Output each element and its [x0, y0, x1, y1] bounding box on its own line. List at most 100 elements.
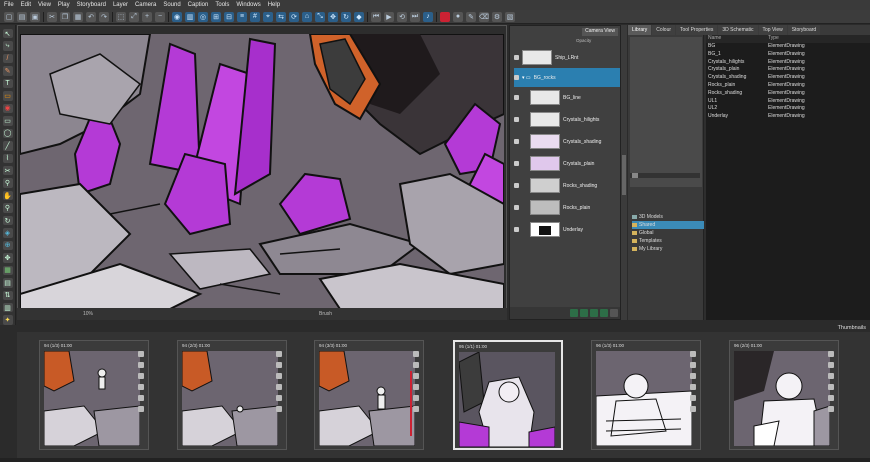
eye-icon[interactable] [138, 395, 144, 401]
eye-icon[interactable] [690, 395, 696, 401]
visibility-icon[interactable] [514, 95, 519, 100]
rotate-icon[interactable]: ⟳ [289, 11, 299, 22]
eye-icon[interactable] [413, 395, 419, 401]
eraser-icon[interactable]: ⌫ [479, 11, 489, 22]
add-bitmap-layer-icon[interactable] [590, 309, 598, 317]
column-type[interactable]: Type [768, 35, 779, 43]
menu-edit[interactable]: Edit [21, 0, 31, 10]
menu-storyboard[interactable]: Storyboard [77, 0, 106, 10]
tree-item[interactable]: My Library [632, 245, 704, 253]
table-row[interactable]: UL1 ElementDrawing [706, 98, 870, 106]
visibility-icon[interactable] [514, 75, 519, 80]
eye-icon[interactable] [276, 384, 282, 390]
layer-row[interactable]: Crystals_plain [514, 154, 620, 173]
add-group-icon[interactable] [600, 309, 608, 317]
copy-icon[interactable]: ❐ [60, 11, 70, 22]
eye-icon[interactable] [828, 406, 834, 412]
eye-icon[interactable] [828, 384, 834, 390]
last-frame-icon[interactable]: ⏭ [410, 11, 420, 22]
pen-icon[interactable]: ✎ [466, 11, 476, 22]
paste-icon[interactable]: ▦ [73, 11, 83, 22]
select-icon[interactable]: ⬚ [116, 11, 126, 22]
scroll-thumb[interactable] [622, 155, 626, 195]
layer-icon[interactable]: ≡ [237, 11, 247, 22]
zoom-out-icon[interactable]: − [155, 11, 165, 22]
visibility-icon[interactable] [514, 205, 519, 210]
flip-icon[interactable]: ⇆ [276, 11, 286, 22]
tab-colour[interactable]: Colour [652, 25, 676, 35]
sound-icon[interactable]: ♪ [423, 11, 433, 22]
eye-icon[interactable] [276, 373, 282, 379]
camera-view-tab[interactable]: Camera View [582, 28, 618, 36]
tab-library[interactable]: Library [628, 25, 652, 35]
transform-icon[interactable]: ⤢ [129, 11, 139, 22]
snap-icon[interactable]: ⌖ [263, 11, 273, 22]
rectangle-tool-icon[interactable]: ▭ [2, 116, 13, 126]
thumbnail-size-slider[interactable] [630, 173, 700, 178]
eye-icon[interactable] [413, 351, 419, 357]
visibility-icon[interactable] [514, 55, 519, 60]
reset-view-icon[interactable]: ⌂ [302, 11, 312, 22]
play-icon[interactable]: ▶ [384, 11, 394, 22]
eraser-tool-icon[interactable]: ▭ [2, 91, 13, 101]
grid-icon[interactable]: # [250, 11, 260, 22]
table-row[interactable]: Crystals_plain ElementDrawing [706, 66, 870, 74]
contour-tool-icon[interactable]: ⤷ [2, 41, 13, 51]
layout-icon[interactable]: ▧ [505, 11, 515, 22]
camera-icon[interactable]: ◉ [172, 11, 182, 22]
menu-tools[interactable]: Tools [215, 0, 229, 10]
eye-icon[interactable] [138, 351, 144, 357]
redo-icon[interactable]: ↷ [99, 11, 109, 22]
menu-play[interactable]: Play [58, 0, 70, 10]
brush-tool-icon[interactable]: / [2, 53, 13, 64]
camera-move-icon[interactable]: ✥ [328, 11, 338, 22]
rotate-view-tool-icon[interactable]: ↻ [2, 215, 13, 226]
first-frame-icon[interactable]: ⏮ [371, 11, 381, 22]
tab-tool-properties[interactable]: Tool Properties [676, 25, 718, 35]
gear-icon[interactable]: ⚙ [492, 11, 502, 22]
layer-row[interactable]: Underlay [514, 220, 620, 239]
camera-rotate-icon[interactable]: ↻ [341, 11, 351, 22]
eye-icon[interactable] [138, 406, 144, 412]
zoom-level[interactable]: 10% [83, 311, 93, 317]
eye-icon[interactable] [276, 351, 282, 357]
menu-caption[interactable]: Caption [188, 0, 209, 10]
table-row[interactable]: BG_1 ElementDrawing [706, 51, 870, 59]
visibility-icon[interactable] [514, 139, 519, 144]
undo-icon[interactable]: ↶ [86, 11, 96, 22]
pivot-tool-icon[interactable]: ✥ [2, 253, 13, 263]
slider-knob[interactable] [632, 173, 638, 178]
eye-icon[interactable] [138, 373, 144, 379]
eye-icon[interactable] [690, 406, 696, 412]
thumbnail-panel[interactable]: 94 (1/3) 01:00 [39, 340, 149, 450]
tab-storyboard[interactable]: Storyboard [787, 25, 821, 35]
layer-row[interactable]: Crystals_shading [514, 132, 620, 151]
menu-help[interactable]: Help [268, 0, 280, 10]
pencil-tool-icon[interactable]: ✎ [2, 66, 13, 76]
eye-icon[interactable] [828, 351, 834, 357]
fit-view-icon[interactable]: ⤡ [315, 11, 325, 22]
hand-tool-icon[interactable]: ✋ [2, 190, 13, 201]
cutter-tool-icon[interactable]: ✂ [2, 165, 13, 176]
open-icon[interactable]: ▤ [17, 11, 27, 22]
add-vector-layer-icon[interactable] [580, 309, 588, 317]
add-layer-icon[interactable] [570, 309, 578, 317]
eye-icon[interactable] [828, 373, 834, 379]
layer-row[interactable]: Rocks_plain [514, 198, 620, 217]
add-scene-icon[interactable]: ⊟ [224, 11, 234, 22]
paint-tool-icon[interactable]: ◉ [2, 103, 13, 114]
colour-swatch-icon[interactable] [440, 11, 450, 22]
line-tool-icon[interactable]: ╱ [2, 141, 13, 151]
dropper-tool-icon[interactable]: ⚲ [2, 178, 13, 188]
eye-icon[interactable] [413, 373, 419, 379]
eye-icon[interactable] [690, 362, 696, 368]
tab-top-view[interactable]: Top View [758, 25, 787, 35]
table-row[interactable]: Crystals_shading ElementDrawing [706, 74, 870, 82]
brush-size-icon[interactable]: ● [453, 11, 463, 22]
thumbnail-panel-selected[interactable]: 95 (1/1) 01:00 [453, 340, 563, 450]
eye-icon[interactable] [138, 362, 144, 368]
tab-3d-schematic[interactable]: 3D Schematic [718, 25, 758, 35]
tree-item[interactable]: Shared [632, 221, 704, 229]
reposition-tool-icon[interactable]: ▦ [2, 265, 13, 276]
layer-row[interactable]: BG_line [514, 88, 620, 107]
